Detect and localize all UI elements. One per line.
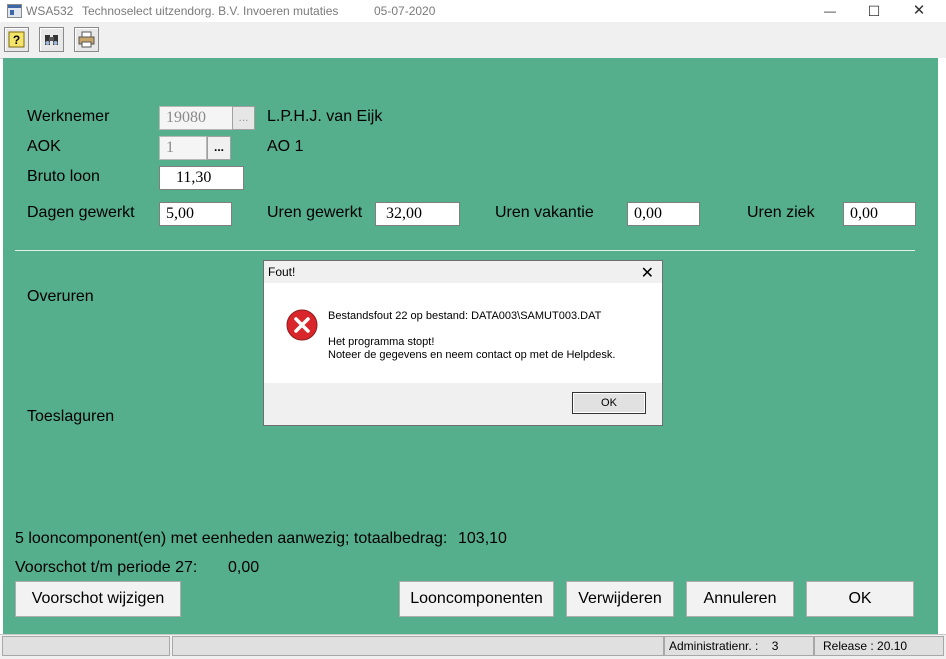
binoculars-icon: [45, 35, 58, 45]
minimize-button[interactable]: —: [808, 0, 852, 22]
error-message-line-2: Het programma stopt!: [328, 336, 435, 348]
werknemer-label: Werknemer: [27, 108, 110, 125]
summary-text: 5 looncomponent(en) met eenheden aanwezi…: [15, 530, 448, 547]
company-name: Technoselect uitzendorg. B.V.: [82, 4, 240, 18]
ok-button[interactable]: OK: [806, 581, 914, 617]
dagen-gewerkt-label: Dagen gewerkt: [27, 204, 135, 221]
uren-vakantie-field[interactable]: 0,00: [627, 202, 700, 226]
aok-lookup-button[interactable]: ...: [207, 136, 231, 160]
uren-gewerkt-field[interactable]: 32,00: [375, 202, 460, 226]
error-message-line-1: Bestandsfout 22 op bestand: DATA003\SAMU…: [328, 310, 602, 322]
aok-label: AOK: [27, 138, 61, 155]
toolbar: ?: [0, 22, 946, 59]
dialog-ok-button[interactable]: OK: [572, 392, 646, 414]
status-cell-2: [172, 636, 664, 656]
print-icon: [78, 31, 95, 48]
admin-number-cell: Administratienr. : 3: [664, 636, 814, 656]
admin-number-label: Administratienr. :: [669, 639, 759, 653]
svg-text:?: ?: [13, 33, 20, 47]
uren-ziek-label: Uren ziek: [747, 204, 815, 221]
print-button[interactable]: [74, 27, 99, 52]
screen-title: Invoeren mutaties: [243, 4, 339, 18]
release-cell: Release : 20.10: [814, 636, 944, 656]
close-button[interactable]: ✕: [897, 0, 941, 22]
search-button[interactable]: [39, 27, 64, 52]
uren-gewerkt-label: Uren gewerkt: [267, 204, 363, 221]
aok-description: AO 1: [267, 138, 304, 155]
dialog-title: Fout!: [268, 265, 296, 279]
uren-vakantie-label: Uren vakantie: [495, 204, 594, 221]
app-icon: [7, 4, 22, 18]
dialog-body: Bestandsfout 22 op bestand: DATA003\SAMU…: [264, 283, 662, 383]
voorschot-text: Voorschot t/m periode 27:: [15, 559, 198, 576]
voorschot-wijzigen-button[interactable]: Voorschot wijzigen: [15, 581, 181, 617]
aok-field[interactable]: 1: [159, 136, 207, 160]
bruto-loon-label: Bruto loon: [27, 168, 100, 185]
status-cell-1: [2, 636, 170, 656]
overuren-label: Overuren: [27, 288, 94, 305]
title-bar: WSA532 Technoselect uitzendorg. B.V. Inv…: [0, 0, 946, 22]
help-button[interactable]: ?: [4, 27, 29, 52]
section-divider: [15, 250, 915, 251]
app-code: WSA532: [26, 4, 74, 18]
bruto-loon-field[interactable]: 11,30: [159, 166, 244, 190]
error-icon: [286, 309, 318, 341]
werknemer-name: L.P.H.J. van Eijk: [267, 108, 383, 125]
error-dialog: Fout! ✕ Bestandsfout 22 op bestand: DATA…: [263, 260, 663, 426]
uren-ziek-field[interactable]: 0,00: [843, 202, 916, 226]
werknemer-field[interactable]: 19080: [159, 106, 233, 130]
dialog-close-button[interactable]: ✕: [641, 263, 654, 283]
window-date: 05-07-2020: [374, 4, 436, 18]
maximize-button[interactable]: ☐: [852, 0, 896, 22]
toeslaguren-label: Toeslaguren: [27, 408, 115, 425]
status-bar: Administratienr. : 3 Release : 20.10: [0, 634, 946, 659]
verwijderen-button[interactable]: Verwijderen: [566, 581, 674, 617]
dagen-gewerkt-field[interactable]: 5,00: [159, 202, 232, 226]
voorschot-amount: 0,00: [228, 559, 260, 576]
annuleren-button[interactable]: Annuleren: [686, 581, 794, 617]
werknemer-lookup-button[interactable]: ...: [232, 106, 255, 130]
admin-number-value: 3: [771, 639, 779, 653]
error-message-line-3: Noteer de gegevens en neem contact op me…: [328, 349, 616, 361]
looncomponenten-button[interactable]: Looncomponenten: [399, 581, 554, 617]
help-icon: ?: [8, 31, 25, 48]
summary-amount: 103,10: [458, 530, 507, 547]
background-window-edge: [938, 58, 946, 638]
